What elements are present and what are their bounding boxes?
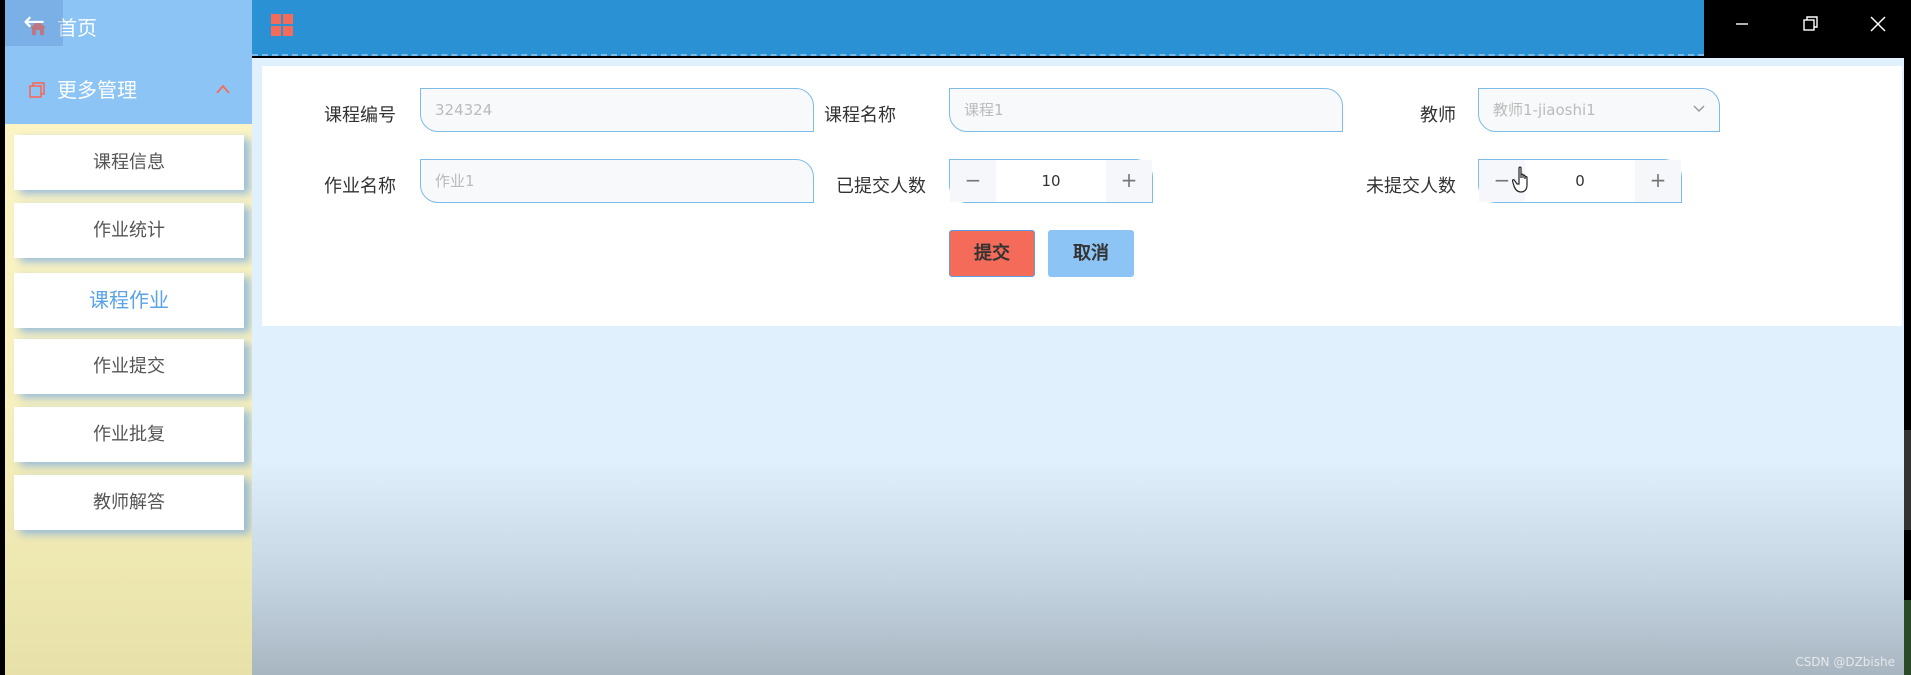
homework-name-label: 作业名称 [324, 176, 396, 197]
restore-icon[interactable] [1798, 12, 1822, 36]
submitted-count-label: 已提交人数 [836, 176, 926, 197]
sidebar-home-label: 首页 [57, 16, 97, 40]
chevron-up-icon [216, 84, 230, 94]
sidebar-more-management[interactable]: 更多管理 [5, 56, 252, 124]
unsubmitted-count-value[interactable]: 0 [1525, 160, 1635, 202]
submitted-count-decrement[interactable]: − [950, 160, 996, 202]
copy-icon [29, 82, 45, 98]
teacher-select[interactable]: 教师1-jiaoshi1 [1478, 88, 1720, 132]
watermark: CSDN @DZbishe [1795, 655, 1895, 669]
sidebar-item-homework-stats[interactable]: 作业统计 [14, 203, 244, 258]
window-controls [1704, 0, 1911, 48]
sidebar-item-teacher-answer[interactable]: 教师解答 [14, 475, 244, 530]
sidebar: 首页 ← 更多管理 课程信息 作业统计 课程作业 作业提交 作业批复 教师解答 [5, 0, 252, 675]
top-bar [252, 0, 1704, 56]
submitted-count-stepper: − 10 + [949, 159, 1153, 203]
homework-form: 课程编号 324324 课程名称 课程1 教师 教师1-jiaoshi1 作业名… [262, 66, 1902, 326]
close-icon[interactable] [1866, 12, 1890, 36]
submit-button[interactable]: 提交 [949, 230, 1035, 277]
teacher-select-value: 教师1-jiaoshi1 [1493, 101, 1596, 119]
teacher-label: 教师 [1420, 105, 1456, 126]
submitted-count-value[interactable]: 10 [996, 160, 1106, 202]
unsubmitted-count-stepper: − 0 + [1478, 159, 1682, 203]
submitted-count-increment[interactable]: + [1106, 160, 1152, 202]
scrollbar-edge-bottom[interactable] [1904, 600, 1911, 675]
sidebar-item-course-homework[interactable]: 课程作业 [14, 273, 244, 328]
main-content: 课程编号 324324 课程名称 课程1 教师 教师1-jiaoshi1 作业名… [252, 58, 1904, 675]
unsubmitted-count-label: 未提交人数 [1366, 176, 1456, 197]
homework-name-input[interactable]: 作业1 [420, 159, 814, 203]
sidebar-item-course-info[interactable]: 课程信息 [14, 135, 244, 190]
chevron-down-icon [1693, 105, 1705, 112]
hand-cursor-icon [1512, 166, 1528, 193]
sidebar-more-label: 更多管理 [57, 78, 137, 102]
cancel-button[interactable]: 取消 [1048, 230, 1134, 277]
course-no-input[interactable]: 324324 [420, 88, 814, 132]
course-name-label: 课程名称 [824, 105, 896, 126]
unsubmitted-count-increment[interactable]: + [1635, 160, 1681, 202]
course-no-label: 课程编号 [324, 105, 396, 126]
scrollbar-edge[interactable] [1904, 430, 1911, 530]
course-name-input[interactable]: 课程1 [949, 88, 1343, 132]
sidebar-item-homework-review[interactable]: 作业批复 [14, 407, 244, 462]
back-arrow-icon[interactable]: ← [5, 0, 63, 46]
sidebar-item-homework-submit[interactable]: 作业提交 [14, 339, 244, 394]
grid-menu-icon[interactable] [270, 13, 294, 37]
minimize-icon[interactable] [1730, 12, 1754, 36]
